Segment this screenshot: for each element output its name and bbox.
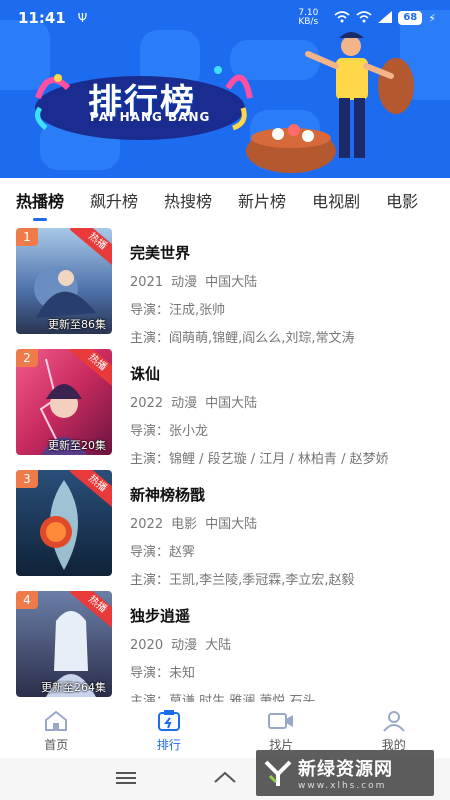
item-region: 中国大陆 <box>205 275 258 290</box>
item-director: 导演：张小龙 <box>130 424 209 439</box>
item-region: 大陆 <box>205 638 232 653</box>
item-year: 2022 <box>130 396 164 411</box>
rank-badge: 3 <box>16 470 38 488</box>
list-item[interactable]: 2 热播 更新至20集 诛仙 2022 动漫 中国大陆 导演：张小龙 主演：锦鲤 /… <box>0 347 450 468</box>
poster-image[interactable]: 3 热播 <box>16 470 112 576</box>
item-title[interactable]: 独步逍遥 <box>130 605 440 626</box>
tab-hot-search[interactable]: 热搜榜 <box>164 188 212 212</box>
watermark-url: www.xlhs.com <box>298 781 387 791</box>
rank-badge: 1 <box>16 228 38 246</box>
item-cast: 主演：锦鲤 / 段艺璇 / 江月 / 林柏青 / 赵梦娇 <box>130 452 389 467</box>
item-year: 2022 <box>130 517 164 532</box>
item-region: 中国大陆 <box>205 396 258 411</box>
menu-icon[interactable] <box>116 770 136 790</box>
poster-image[interactable]: 2 热播 更新至20集 <box>16 349 112 455</box>
item-title[interactable]: 诛仙 <box>130 363 440 384</box>
list-item[interactable]: 3 热播 新神榜杨戬 2022 电影 中国大陆 导演：赵霁 主演：王凯,李兰陵,季冠… <box>0 468 450 589</box>
rank-badge: 4 <box>16 591 38 609</box>
item-title[interactable]: 新神榜杨戬 <box>130 484 440 505</box>
network-speed: 7.10 KB/s <box>298 8 319 27</box>
item-director: 导演：未知 <box>130 666 196 681</box>
item-meta: 2022 电影 中国大陆 <box>130 513 440 532</box>
watermark-logo: 新绿资源网 www.xlhs.com <box>256 750 434 796</box>
person-icon <box>382 711 405 732</box>
status-bar: 11:41 Ψ 7.10 KB/s 68 ⚡ <box>0 0 450 36</box>
update-status: 更新至264集 <box>41 681 106 694</box>
poster-image[interactable]: 1 热播 更新至86集 <box>16 228 112 334</box>
nav-home-label: 首页 <box>44 738 69 752</box>
tab-tv-series[interactable]: 电视剧 <box>312 188 360 212</box>
poster-image[interactable]: 4 热播 更新至264集 <box>16 591 112 697</box>
item-meta: 2021 动漫 中国大陆 <box>130 271 440 290</box>
status-time: 11:41 <box>18 9 66 27</box>
banner-illustration <box>246 32 414 173</box>
item-type: 电影 <box>171 517 198 532</box>
charging-icon: ⚡ <box>428 11 436 25</box>
battery-icon: 68 <box>398 11 423 25</box>
item-year: 2020 <box>130 638 164 653</box>
list-item[interactable]: 4 热播 更新至264集 独步逍遥 2020动漫大陆 导演：未知 主演：莫谦,时… <box>0 589 450 710</box>
update-status: 更新至86集 <box>48 318 106 331</box>
item-type: 动漫 <box>171 396 198 411</box>
header-banner: 11:41 Ψ 7.10 KB/s 68 ⚡ 排行榜 PAI HANG BANG <box>0 0 450 178</box>
nav-home[interactable]: 首页 <box>0 702 113 758</box>
watermark-title: 新绿资源网 <box>298 759 393 780</box>
ranking-list: 1 热播 更新至86集 完美世界 2021 动漫 中国大陆 导演：汪成,张帅 主演：… <box>0 226 450 710</box>
video-camera-icon <box>268 713 294 729</box>
signal-icon <box>378 10 393 26</box>
tab-movie[interactable]: 电影 <box>386 188 418 212</box>
nav-ranking[interactable]: 排行 <box>113 702 226 758</box>
list-item[interactable]: 1 热播 更新至86集 完美世界 2021 动漫 中国大陆 导演：汪成,张帅 主演：… <box>0 226 450 347</box>
tab-new-release[interactable]: 新片榜 <box>238 188 286 212</box>
item-region: 中国大陆 <box>205 517 258 532</box>
tab-rising[interactable]: 飙升榜 <box>90 188 138 212</box>
update-status: 更新至20集 <box>48 439 106 452</box>
wifi-icon <box>356 10 372 26</box>
usb-icon: Ψ <box>77 11 88 25</box>
tab-hot-play[interactable]: 热播榜 <box>16 188 64 221</box>
item-cast: 主演：王凯,李兰陵,季冠霖,李立宏,赵毅 <box>130 573 355 588</box>
item-director: 导演：汪成,张帅 <box>130 303 226 318</box>
item-director: 导演：赵霁 <box>130 545 196 560</box>
item-meta: 2020 动漫 大陆 <box>130 634 440 653</box>
wifi-6-icon <box>334 10 350 26</box>
item-type: 动漫 <box>171 638 198 653</box>
item-title[interactable]: 完美世界 <box>130 242 440 263</box>
ranking-icon <box>157 710 180 731</box>
item-year: 2021 <box>130 275 164 290</box>
item-cast: 主演：阎萌萌,锦鲤,阎么么,刘琮,常文涛 <box>130 331 355 346</box>
page-subtitle: PAI HANG BANG <box>90 110 211 124</box>
home-button-icon[interactable] <box>213 770 237 790</box>
nav-ranking-label: 排行 <box>156 738 181 752</box>
category-tabs: 热播榜 飙升榜 热搜榜 新片榜 电视剧 电影 <box>0 178 450 222</box>
logo-icon <box>264 760 292 786</box>
rank-badge: 2 <box>16 349 38 367</box>
home-icon <box>45 710 68 731</box>
item-type: 动漫 <box>171 275 198 290</box>
item-meta: 2022 动漫 中国大陆 <box>130 392 440 411</box>
